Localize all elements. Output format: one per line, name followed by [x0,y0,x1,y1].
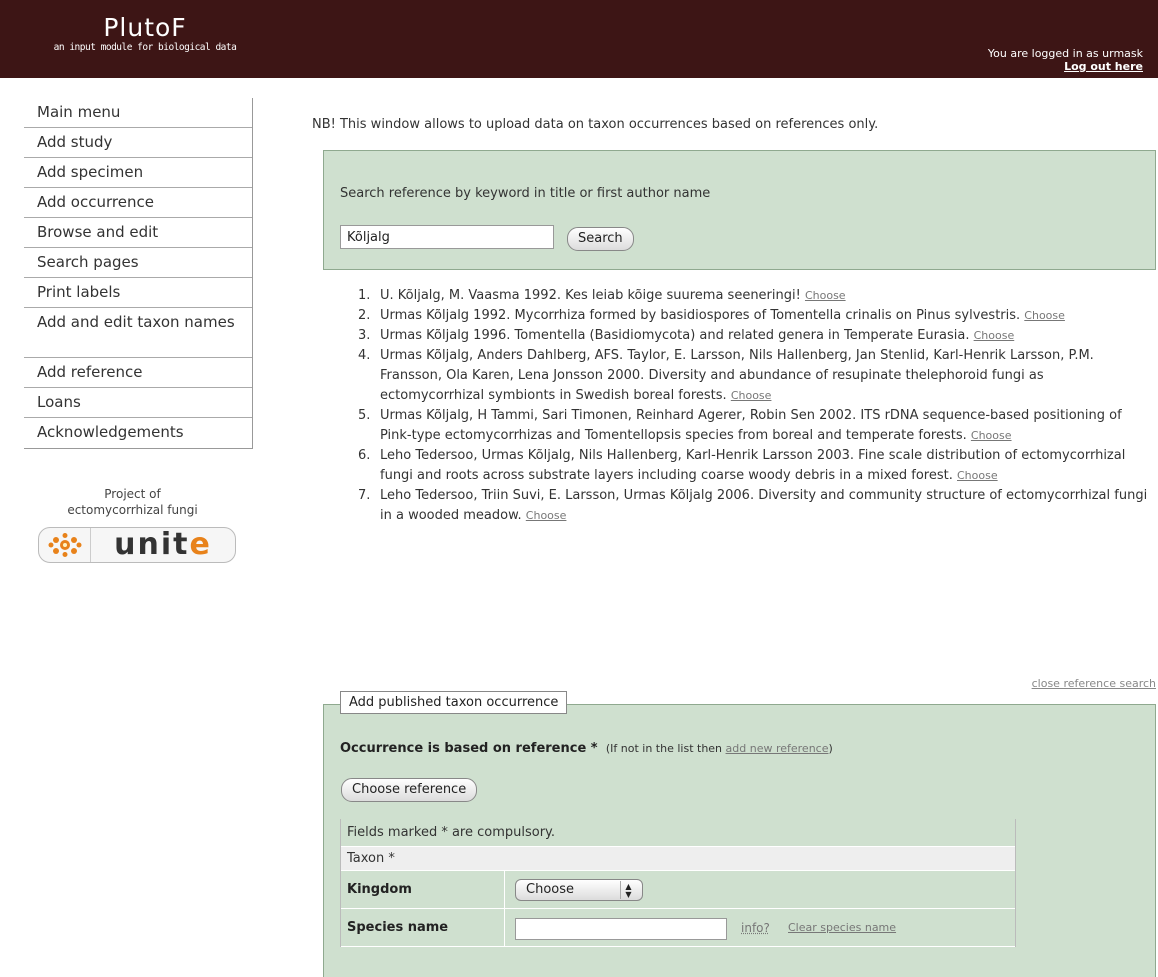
sidebar-item-search-pages[interactable]: Search pages [24,248,252,278]
sidebar-item-loans[interactable]: Loans [24,388,252,418]
app-logo[interactable]: PlutoF an input module for biological da… [10,14,280,54]
sidebar-item-taxon-names[interactable]: Add and edit taxon names [24,308,252,358]
reference-number: 3. [358,328,371,343]
reference-results-list: 1. U. Kõljalg, M. Vaasma 1992. Kes leiab … [336,286,1148,526]
choose-link[interactable]: Choose [526,509,567,522]
reference-search-panel: Search reference by keyword in title or … [323,150,1156,270]
reference-number: 6. [358,448,371,463]
clear-species-name-link[interactable]: Clear species name [788,909,896,947]
kingdom-value-cell: Choose ▲ ▼ [505,871,1015,908]
kingdom-row: Kingdom Choose ▲ ▼ [341,871,1015,909]
taxon-form-table: Fields marked * are compulsory. Taxon * … [340,819,1016,947]
based-on-reference-label: Occurrence is based on reference * [340,741,598,756]
list-item: 7. Leho Tedersoo, Triin Suvi, E. Larsson,… [336,486,1148,526]
project-line-2: ectomycorrhizal fungi [67,503,198,517]
sidebar-nav: Main menu Add study Add specimen Add occ… [24,98,253,449]
form-legend: Add published taxon occurrence [340,691,568,714]
search-button[interactable]: Search [567,227,634,251]
choose-link[interactable]: Choose [974,329,1015,342]
sidebar-item-add-specimen[interactable]: Add specimen [24,158,252,188]
kingdom-label: Kingdom [341,871,505,908]
unite-logo[interactable]: unite [38,527,236,563]
sidebar-item-add-reference[interactable]: Add reference [24,358,252,388]
list-item: 2. Urmas Kõljalg 1992. Mycorrhiza formed … [336,306,1148,326]
sidebar-item-browse-and-edit[interactable]: Browse and edit [24,218,252,248]
app-title: PlutoF [103,13,187,42]
choose-link[interactable]: Choose [731,389,772,402]
sidebar-item-print-labels[interactable]: Print labels [24,278,252,308]
notice-text: NB! This window allows to upload data on… [312,117,879,132]
list-item: 1. U. Kõljalg, M. Vaasma 1992. Kes leiab … [336,286,1148,306]
kingdom-selected-value: Choose [526,882,574,897]
reference-number: 4. [358,348,371,363]
choose-reference-button[interactable]: Choose reference [341,778,478,802]
reference-text: Leho Tedersoo, Triin Suvi, E. Larsson, U… [380,488,1148,523]
app-subtitle: an input module for biological data [53,42,237,53]
reference-text: Leho Tedersoo, Urmas Kõljalg, Nils Halle… [380,448,1126,483]
species-name-input[interactable] [515,918,727,940]
not-in-list-text: (If not in the list then [605,742,726,755]
project-caption: Project of ectomycorrhizal fungi [24,486,241,518]
up-down-arrows-icon: ▲ ▼ [620,881,636,899]
choose-link[interactable]: Choose [957,469,998,482]
reference-number: 7. [358,488,371,503]
reference-number: 5. [358,408,371,423]
reference-requirement-line: Occurrence is based on reference * (If n… [340,741,833,756]
unite-wordmark-main: unit [114,527,190,562]
login-status: You are logged in as urmask Log out here [988,47,1143,73]
list-item: 5. Urmas Kõljalg, H Tammi, Sari Timonen, … [336,406,1148,446]
reference-number: 1. [358,288,371,303]
species-row: Species name info? Clear species name [341,909,1015,947]
page-header: PlutoF an input module for biological da… [0,0,1158,78]
not-in-list-end: ) [828,742,833,755]
add-new-reference-link[interactable]: add new reference [726,742,829,755]
sidebar-item-add-occurrence[interactable]: Add occurrence [24,188,252,218]
reference-text: U. Kõljalg, M. Vaasma 1992. Kes leiab kõ… [380,288,805,303]
list-item: 6. Leho Tedersoo, Urmas Kõljalg, Nils Hal… [336,446,1148,486]
taxon-heading: Taxon * [341,847,1015,871]
logout-link[interactable]: Log out here [988,60,1143,73]
sidebar-item-acknowledgements[interactable]: Acknowledgements [24,418,252,448]
list-item: 3. Urmas Kõljalg 1996. Tomentella (Basidi… [336,326,1148,346]
reference-text: Urmas Kõljalg 1996. Tomentella (Basidiom… [380,328,974,343]
occurrence-form: Add published taxon occurrence Occurrenc… [323,691,1156,977]
choose-link[interactable]: Choose [971,429,1012,442]
compulsory-note: Fields marked * are compulsory. [341,819,1015,847]
species-label: Species name [341,909,505,946]
sidebar-item-main-menu[interactable]: Main menu [24,98,252,128]
unite-wordmark-e: e [189,527,212,562]
login-text: You are logged in as urmask [987,47,1143,60]
species-value-cell: info? Clear species name [505,909,1015,946]
close-reference-search-link[interactable]: close reference search [1032,677,1156,690]
search-label: Search reference by keyword in title or … [340,186,711,201]
kingdom-select[interactable]: Choose ▲ ▼ [515,879,643,901]
reference-number: 2. [358,308,371,323]
reference-text: Urmas Kõljalg 1992. Mycorrhiza formed by… [380,308,1025,323]
search-input[interactable] [340,225,554,249]
unite-wordmark: unite [91,528,235,562]
sidebar-item-add-study[interactable]: Add study [24,128,252,158]
project-line-1: Project of [104,487,161,501]
list-item: 4. Urmas Kõljalg, Anders Dahlberg, AFS. T… [336,346,1148,406]
species-info-link[interactable]: info? [741,909,770,947]
orange-fungus-star-icon [39,528,91,562]
choose-link[interactable]: Choose [805,289,846,302]
choose-link[interactable]: Choose [1024,309,1065,322]
